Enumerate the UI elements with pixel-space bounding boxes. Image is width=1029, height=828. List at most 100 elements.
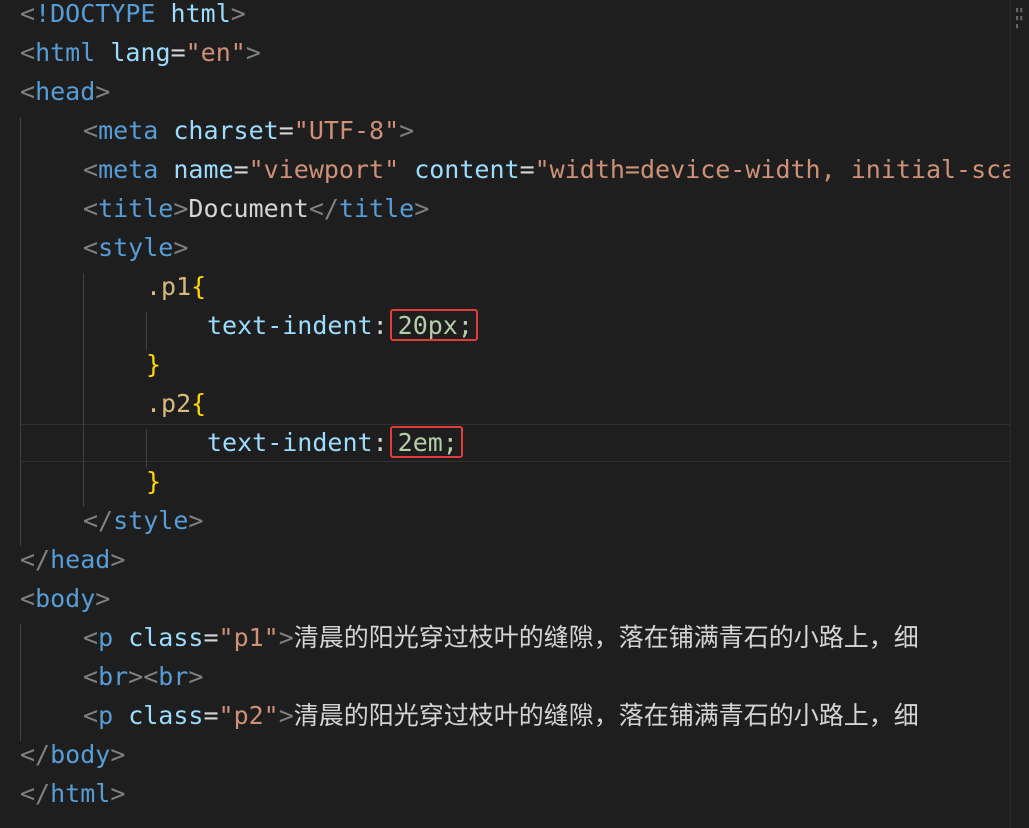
punctuation: </ bbox=[20, 740, 51, 769]
code-line[interactable]: <meta name="viewport" content="width=dev… bbox=[20, 156, 1010, 195]
attribute-name: lang bbox=[110, 38, 171, 67]
code-line[interactable]: <style> bbox=[20, 234, 1010, 273]
code-line[interactable]: <head> bbox=[20, 78, 1010, 117]
code-line[interactable]: .p2{ bbox=[20, 390, 1010, 429]
punctuation: < bbox=[83, 155, 99, 184]
highlighted-value: 2em; bbox=[389, 426, 463, 458]
code-line[interactable]: <!DOCTYPE html> bbox=[20, 0, 1010, 39]
code-line[interactable]: text-indent: 20px; bbox=[20, 309, 1010, 351]
code-line[interactable]: <p class="p2">清晨的阳光穿过枝叶的缝隙，落在铺满青石的小路上，细 bbox=[20, 702, 1010, 741]
brace: { bbox=[191, 272, 207, 301]
plain-text: = bbox=[278, 116, 294, 145]
code-line[interactable]: <p class="p1">清晨的阳光穿过枝叶的缝隙，落在铺满青石的小路上，细 bbox=[20, 624, 1010, 663]
brace: { bbox=[191, 389, 207, 418]
attribute-name: class bbox=[128, 701, 204, 730]
punctuation: < bbox=[83, 194, 99, 223]
plain-text: : bbox=[372, 428, 388, 457]
plain-text bbox=[95, 38, 110, 67]
tag-name: meta bbox=[98, 116, 159, 145]
punctuation: > bbox=[230, 0, 246, 28]
punctuation: < bbox=[20, 584, 36, 613]
plain-text bbox=[113, 623, 128, 652]
code-line[interactable]: } bbox=[20, 468, 1010, 507]
plain-text bbox=[399, 155, 414, 184]
attribute-value: "UTF-8" bbox=[293, 116, 400, 145]
attribute-name: name bbox=[173, 155, 234, 184]
punctuation: < bbox=[20, 77, 36, 106]
tag-name: br bbox=[158, 662, 189, 691]
tag-name: head bbox=[35, 77, 96, 106]
css-property: text-indent bbox=[207, 311, 373, 340]
css-selector: .p2 bbox=[146, 389, 192, 418]
code-line[interactable]: <br><br> bbox=[20, 663, 1010, 702]
plain-text bbox=[158, 155, 173, 184]
attribute-value: "en" bbox=[185, 38, 246, 67]
tag-name: p bbox=[98, 623, 114, 652]
plain-text: : bbox=[372, 311, 388, 340]
code-editor[interactable]: <!DOCTYPE html> <html lang="en"> <head> <me… bbox=[0, 0, 1010, 828]
code-line[interactable]: </head> bbox=[20, 546, 1010, 585]
overview-ruler-marker: ▮▮ ▮▮ ▮ bbox=[1015, 6, 1024, 30]
punctuation: > bbox=[95, 77, 111, 106]
punctuation: > bbox=[188, 506, 204, 535]
punctuation: < bbox=[20, 38, 36, 67]
code-line[interactable]: .p1{ bbox=[20, 273, 1010, 312]
tag-name: style bbox=[113, 506, 189, 535]
punctuation: > bbox=[173, 194, 189, 223]
punctuation: < bbox=[83, 701, 99, 730]
code-line[interactable]: </html> bbox=[20, 780, 1010, 819]
tag-name: p bbox=[98, 701, 114, 730]
plain-text bbox=[155, 0, 170, 28]
code-line[interactable]: </style> bbox=[20, 507, 1010, 546]
plain-text: = bbox=[233, 155, 249, 184]
code-line[interactable]: </body> bbox=[20, 741, 1010, 780]
punctuation: </ bbox=[308, 194, 339, 223]
code-line[interactable]: <title>Document</title> bbox=[20, 195, 1010, 234]
css-property: text-indent bbox=[207, 428, 373, 457]
tag-name: body bbox=[50, 740, 111, 769]
code-lines[interactable]: <!DOCTYPE html> <html lang="en"> <head> <me… bbox=[20, 0, 1010, 819]
punctuation: > bbox=[278, 623, 294, 652]
punctuation: < bbox=[20, 0, 36, 28]
tag-name: title bbox=[338, 194, 415, 223]
vertical-scrollbar[interactable] bbox=[1010, 0, 1029, 828]
plain-text: = bbox=[519, 155, 535, 184]
tag-name: body bbox=[35, 584, 96, 613]
punctuation: > bbox=[173, 233, 189, 262]
tag-name: meta bbox=[98, 155, 159, 184]
plain-text: = bbox=[170, 38, 186, 67]
punctuation: > bbox=[414, 194, 430, 223]
punctuation: > bbox=[110, 779, 126, 808]
code-line[interactable]: <html lang="en"> bbox=[20, 39, 1010, 78]
plain-text bbox=[158, 116, 173, 145]
punctuation: > bbox=[245, 38, 261, 67]
brace: } bbox=[146, 350, 162, 379]
punctuation: </ bbox=[83, 506, 114, 535]
punctuation: >< bbox=[128, 662, 159, 691]
attribute-value: "width=device-width, initial-scale=1.0" bbox=[534, 155, 1010, 184]
tag-name: br bbox=[98, 662, 129, 691]
punctuation: > bbox=[95, 584, 111, 613]
punctuation: > bbox=[110, 740, 126, 769]
attribute-name: html bbox=[170, 0, 231, 28]
code-line[interactable]: <meta charset="UTF-8"> bbox=[20, 117, 1010, 156]
attribute-name: content bbox=[414, 155, 520, 184]
attribute-value: "viewport" bbox=[248, 155, 400, 184]
punctuation: </ bbox=[20, 779, 51, 808]
punctuation: > bbox=[188, 662, 204, 691]
attribute-value: "p1" bbox=[218, 623, 279, 652]
punctuation: < bbox=[83, 623, 99, 652]
punctuation: </ bbox=[20, 545, 51, 574]
plain-text: = bbox=[203, 623, 219, 652]
plain-text: = bbox=[203, 701, 219, 730]
punctuation: < bbox=[83, 662, 99, 691]
attribute-name: class bbox=[128, 623, 204, 652]
punctuation: > bbox=[278, 701, 294, 730]
text-content: Document bbox=[188, 194, 309, 223]
code-line[interactable]: text-indent: 2em; bbox=[20, 426, 1010, 468]
punctuation: > bbox=[399, 116, 415, 145]
code-line[interactable]: } bbox=[20, 351, 1010, 390]
tag-name: html bbox=[50, 779, 111, 808]
code-line[interactable]: <body> bbox=[20, 585, 1010, 624]
punctuation: > bbox=[110, 545, 126, 574]
